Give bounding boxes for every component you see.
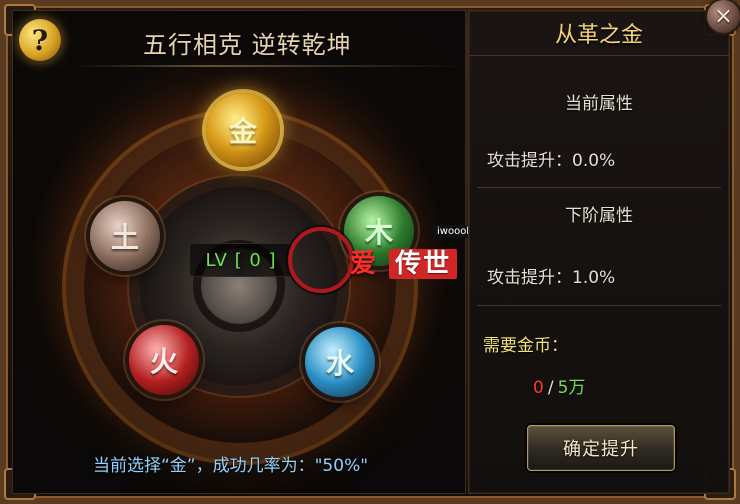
gold-cost: 0/5万 [533, 373, 585, 398]
panel-titlebar: ? 五行相克 逆转乾坤 [13, 11, 465, 65]
current-attr-title: 当前属性 [565, 94, 633, 114]
element-label: 火 [149, 345, 178, 378]
gold-required: 5万 [557, 378, 586, 398]
selection-rate-text: 当前选择“金”，成功几率为："50%" [93, 456, 369, 476]
confirm-upgrade-label: 确定提升 [563, 439, 639, 460]
element-label: 金 [228, 115, 257, 148]
title-divider [73, 65, 465, 67]
next-attr-value: 攻击提升：1.0% [487, 268, 616, 288]
element-node-earth[interactable]: 土 [90, 201, 160, 271]
element-label: 木 [364, 216, 393, 249]
gold-separator: / [547, 378, 554, 398]
question-mark-icon[interactable]: ? [19, 19, 61, 61]
right-title-bar: 从革之金 [469, 11, 729, 56]
element-node-wood[interactable]: 木 [344, 196, 414, 266]
current-attr-value: 攻击提升：0.0% [487, 151, 616, 171]
right-title: 从革之金 [554, 23, 643, 48]
gold-current: 0 [533, 378, 544, 398]
next-attr-title: 下阶属性 [565, 206, 633, 226]
close-icon[interactable]: × [707, 0, 740, 33]
element-node-water[interactable]: 水 [305, 327, 375, 397]
required-gold-label: 需要金币： [483, 336, 568, 356]
panel-title: 五行相克 逆转乾坤 [143, 31, 352, 59]
level-text: LV [ 0 ] [205, 249, 277, 271]
element-label: 水 [325, 347, 354, 380]
upgrade-info-panel: 从革之金 当前属性 攻击提升：0.0% 下阶属性 攻击提升：1.0% 需要金币：… [468, 10, 730, 494]
five-elements-panel: ? 五行相克 逆转乾坤 金 木 水 火 土 LV [ 0 ] 当前选择“金”，成… [12, 10, 474, 494]
element-label: 土 [110, 221, 139, 254]
element-node-gold[interactable]: 金 [206, 93, 280, 167]
cost-divider [477, 305, 721, 306]
element-node-fire[interactable]: 火 [129, 325, 199, 395]
attr-divider [477, 187, 721, 188]
confirm-upgrade-button[interactable]: 确定提升 [527, 425, 675, 471]
level-display: LV [ 0 ] [189, 243, 293, 277]
